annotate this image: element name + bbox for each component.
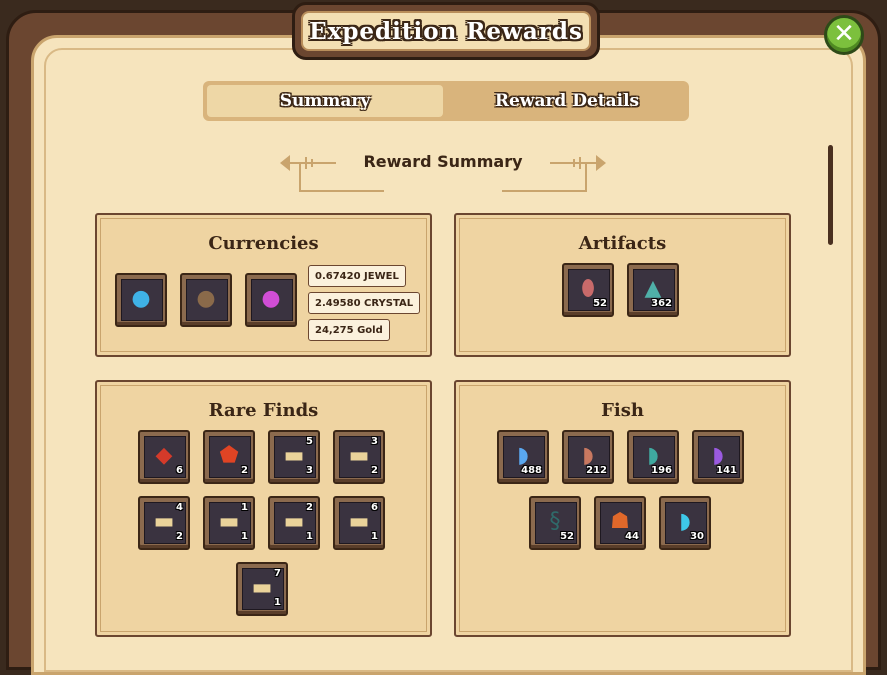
crystal-amount: 2.49580 CRYSTAL (308, 292, 421, 314)
rare-find-slot[interactable]: ▬ 6 1 (333, 496, 385, 550)
window-title: Expedition Rewards (309, 17, 583, 45)
close-button[interactable]: ✕ (824, 15, 864, 55)
fish-slot[interactable]: ◗ 30 (659, 496, 711, 550)
gold-amount: 24,275 Gold (308, 319, 390, 341)
crystal-pouch-icon: ● (196, 286, 216, 311)
rare-find-slot[interactable]: ▬ 7 1 (236, 562, 288, 616)
rare-finds-panel: Rare Finds ◆ 6 ⬟ 2 ▬ 5 3 ▬ 3 2 ▬ 4 2 ▬ 1… (95, 380, 432, 637)
artifact-slot[interactable]: ⬮ 52 (562, 263, 614, 317)
fish-slot[interactable]: ◗ 196 (627, 430, 679, 484)
scrollbar[interactable] (828, 145, 833, 245)
rare-find-slot[interactable]: ◆ 6 (138, 430, 190, 484)
tab-summary[interactable]: Summary (207, 85, 443, 117)
title-banner: Expedition Rewards (292, 2, 600, 60)
tab-reward-details[interactable]: Reward Details (449, 85, 685, 117)
tab-bar: Summary Reward Details (203, 81, 689, 121)
jewel-slot[interactable]: ● (115, 273, 167, 327)
section-header: Reward Summary (276, 145, 610, 193)
currencies-panel: Currencies ● ● ● 0.67420 JEWEL 2.49580 C… (95, 213, 432, 357)
rare-find-slot[interactable]: ▬ 5 3 (268, 430, 320, 484)
gold-pouch-icon: ● (261, 286, 281, 311)
panel-title-currencies: Currencies (208, 233, 319, 254)
artifacts-panel: Artifacts ⬮ 52 ▲ 362 (454, 213, 791, 357)
fish-panel: Fish ◗ 488 ◗ 212 ◗ 196 ◗ 141 § 52 ☗ 44 ◗… (454, 380, 791, 637)
close-icon: ✕ (833, 19, 855, 49)
rare-find-slot[interactable]: ⬟ 2 (203, 430, 255, 484)
title-banner-inner: Expedition Rewards (301, 11, 591, 51)
jewel-amount: 0.67420 JEWEL (308, 265, 406, 287)
rare-find-slot[interactable]: ▬ 3 2 (333, 430, 385, 484)
rare-find-slot[interactable]: ▬ 2 1 (268, 496, 320, 550)
section-title: Reward Summary (363, 152, 523, 171)
jewel-pouch-icon: ● (131, 286, 151, 311)
panel-title-artifacts: Artifacts (578, 233, 667, 254)
fish-slot[interactable]: ◗ 488 (497, 430, 549, 484)
panel-title-rare-finds: Rare Finds (208, 400, 319, 421)
gold-slot[interactable]: ● (245, 273, 297, 327)
panel-title-fish: Fish (601, 400, 644, 421)
rare-find-slot[interactable]: ▬ 1 1 (203, 496, 255, 550)
fish-slot[interactable]: § 52 (529, 496, 581, 550)
fish-slot[interactable]: ☗ 44 (594, 496, 646, 550)
fish-slot[interactable]: ◗ 141 (692, 430, 744, 484)
fish-slot[interactable]: ◗ 212 (562, 430, 614, 484)
rare-find-slot[interactable]: ▬ 4 2 (138, 496, 190, 550)
artifact-slot[interactable]: ▲ 362 (627, 263, 679, 317)
crystal-slot[interactable]: ● (180, 273, 232, 327)
